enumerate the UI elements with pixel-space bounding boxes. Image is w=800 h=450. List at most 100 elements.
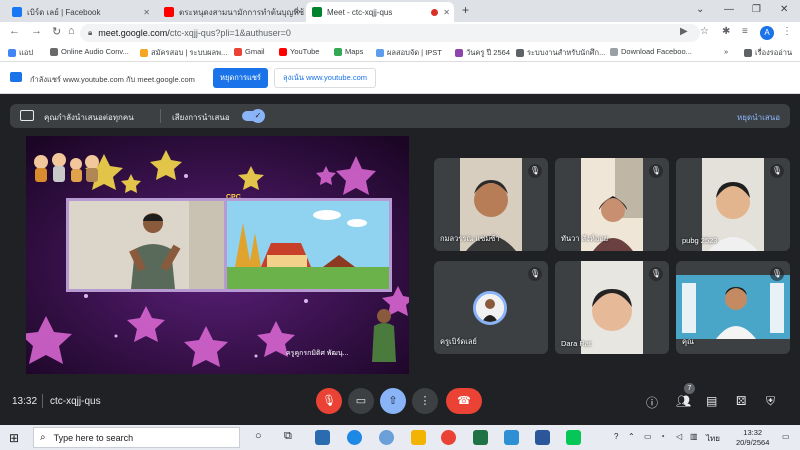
reading-list-label: เรื่องรออ่าน <box>755 48 793 57</box>
network-globe-icon[interactable] <box>379 430 394 445</box>
leave-call-button[interactable]: ☎ <box>446 388 482 414</box>
home-icon[interactable]: ⌂ <box>68 25 75 37</box>
screen-share-icon <box>10 72 22 82</box>
help-icon[interactable]: ? <box>614 432 618 441</box>
people-icon[interactable]: 👥︎ <box>676 394 691 408</box>
camera-icon[interactable]: ▶ <box>680 26 688 37</box>
restore-icon[interactable]: ❐ <box>752 4 761 15</box>
participant-tile[interactable]: 🎙︎ กมลวรรณ แซ่มซ้า <box>434 158 548 251</box>
reading-list-button[interactable]: เรื่องรออ่าน <box>744 47 792 59</box>
switch-share-button[interactable]: ลุงเน้น www.youtube.com <box>274 68 376 88</box>
tab-facebook[interactable]: เบิร์ด เลย์ | Facebook ✕ <box>6 2 154 22</box>
bookmark-item[interactable]: วันครู ปี 2564 <box>455 47 510 59</box>
divider <box>42 394 43 408</box>
meeting-time: 13:32 <box>12 396 38 407</box>
bookmarks-more-button[interactable]: » <box>724 47 728 56</box>
cortana-icon[interactable]: ○ <box>255 430 262 442</box>
present-screen-icon: ⇧ <box>388 395 398 407</box>
new-tab-button[interactable]: + <box>462 3 469 17</box>
media-control-icon[interactable]: ≡ <box>742 26 748 37</box>
bookmark-item[interactable]: Download Faceboo... <box>610 47 692 56</box>
excel-icon[interactable] <box>473 430 488 445</box>
sharing-message: กำลังแชร์ www.youtube.com กับ meet.googl… <box>30 75 195 84</box>
tab-strip: เบิร์ด เลย์ | Facebook ✕ ตระหนุดงสามนามั… <box>0 0 800 22</box>
presenting-status: คุณกำลังนำเสนอต่อทุกคน <box>44 113 134 122</box>
close-icon[interactable]: ✕ <box>293 8 300 17</box>
bookmark-apps[interactable]: แอป <box>8 47 33 59</box>
chat-icon[interactable]: ▤ <box>706 394 717 408</box>
network-icon[interactable]: ▥ <box>690 432 698 441</box>
tab-youtube[interactable]: ตระหนุดงสามนามักการทำต้นบุญที่ซ้... ✕ <box>158 2 304 22</box>
battery-icon[interactable]: ▭ <box>644 432 652 441</box>
bookmark-youtube[interactable]: YouTube <box>279 47 319 56</box>
edge-icon[interactable] <box>347 430 362 445</box>
close-icon[interactable]: ✕ <box>443 8 450 17</box>
word-icon[interactable] <box>535 430 550 445</box>
bookmark-item[interactable]: ระบบงานสำหรับนักศึก... <box>516 47 605 59</box>
mic-toggle-button[interactable]: 🎙︎ <box>316 388 342 414</box>
participant-name: pubg 2523 <box>682 236 718 245</box>
photos-icon[interactable] <box>504 430 519 445</box>
windows-start-icon[interactable]: ⊞ <box>9 431 19 445</box>
stop-sharing-button[interactable]: หยุดการแชร์ <box>213 68 268 88</box>
taskbar-clock[interactable]: 13:32 20/9/2564 <box>736 428 769 448</box>
taskbar-search[interactable]: ⌕ Type here to search <box>33 427 240 448</box>
more-options-button[interactable]: ⋮ <box>412 388 438 414</box>
mail-icon[interactable] <box>315 430 330 445</box>
host-controls-icon[interactable]: ⛨ <box>766 394 775 409</box>
participant-tile[interactable]: 🎙︎ ครูเบิร์ดเลย์ <box>434 261 548 354</box>
bookmark-maps[interactable]: Maps <box>334 47 363 56</box>
presentation-screen: CPC <box>26 136 409 374</box>
participant-tile[interactable]: 🎙︎ ทันวา สังห์ออย <box>555 158 669 251</box>
minimize-icon[interactable]: — <box>724 4 734 15</box>
back-icon[interactable]: ← <box>9 25 20 37</box>
participant-tile[interactable]: 🎙︎ คุณ <box>676 261 790 354</box>
bookmark-item[interactable]: สมัครสอบ | ระบบผลพ... <box>140 47 227 59</box>
temple-scene-image <box>227 201 389 289</box>
wifi-icon[interactable]: ◔ <box>660 432 665 441</box>
meet-icon <box>312 7 322 17</box>
facebook-icon <box>12 7 22 17</box>
meeting-details-icon[interactable]: ⓘ <box>646 394 658 411</box>
participant-name: ครูเบิร์ดเลย์ <box>440 337 477 346</box>
menu-icon[interactable]: ⋮ <box>782 26 792 37</box>
notifications-icon[interactable]: ▭ <box>782 432 790 441</box>
present-screen-icon <box>20 110 34 121</box>
reload-icon[interactable]: ↻ <box>52 25 61 38</box>
mic-off-icon: 🎙︎ <box>649 267 663 281</box>
presenting-bar: คุณกำลังนำเสนอต่อทุกคน เสียงการนำเสนอ ✓ … <box>10 104 790 128</box>
tab-meet[interactable]: Meet - ctc-xqjj-qus ✕ <box>306 2 454 22</box>
profile-avatar[interactable]: A <box>760 26 774 40</box>
file-explorer-icon[interactable] <box>411 430 426 445</box>
window-close-icon[interactable]: ✕ <box>780 4 788 15</box>
activities-icon[interactable]: ⚄ <box>736 394 746 408</box>
task-view-icon[interactable]: ⧉ <box>284 430 292 443</box>
close-icon[interactable]: ✕ <box>143 8 150 17</box>
present-button[interactable]: ⇧ <box>380 388 406 414</box>
file-icon <box>610 47 618 56</box>
volume-icon[interactable]: ◁ <box>676 432 682 441</box>
forward-icon[interactable]: → <box>31 25 42 37</box>
input-language[interactable]: ไทย <box>706 432 720 445</box>
presentation-audio-toggle[interactable]: ✓ <box>242 109 265 123</box>
line-icon[interactable] <box>566 430 581 445</box>
stop-presenting-button[interactable]: หยุดนำเสนอ <box>737 111 780 124</box>
tab-search-icon[interactable]: ⌄ <box>696 4 704 15</box>
bookmark-gmail[interactable]: Gmail <box>234 47 265 56</box>
globe-icon <box>516 49 524 57</box>
participant-name: ทันวา สังห์ออย <box>561 234 609 243</box>
gmail-icon <box>234 47 242 56</box>
tray-arrow-icon[interactable]: ⌃ <box>628 432 635 441</box>
star-icon[interactable]: ☆ <box>700 26 709 37</box>
chrome-icon[interactable] <box>441 430 456 445</box>
extensions-icon[interactable]: ✱ <box>722 26 730 37</box>
bookmark-item[interactable]: ผลสอบจัด | IPST <box>376 47 442 59</box>
tab-title: Meet - ctc-xqjj-qus <box>327 7 393 17</box>
bookmark-item[interactable]: Online Audio Conv... <box>50 47 129 56</box>
bookmark-label: วันครู ปี 2564 <box>466 48 510 57</box>
participant-tile[interactable]: 🎙︎ pubg 2523 <box>676 158 790 251</box>
camera-toggle-button[interactable]: ▭ <box>348 388 374 414</box>
sharing-infobar: กำลังแชร์ www.youtube.com กับ meet.googl… <box>0 62 800 94</box>
address-bar[interactable]: 🔒︎ meet.google.com/ctc-xqjj-qus?pli=1&au… <box>80 24 700 42</box>
participant-tile[interactable]: 🎙︎ Dara Rat <box>555 261 669 354</box>
